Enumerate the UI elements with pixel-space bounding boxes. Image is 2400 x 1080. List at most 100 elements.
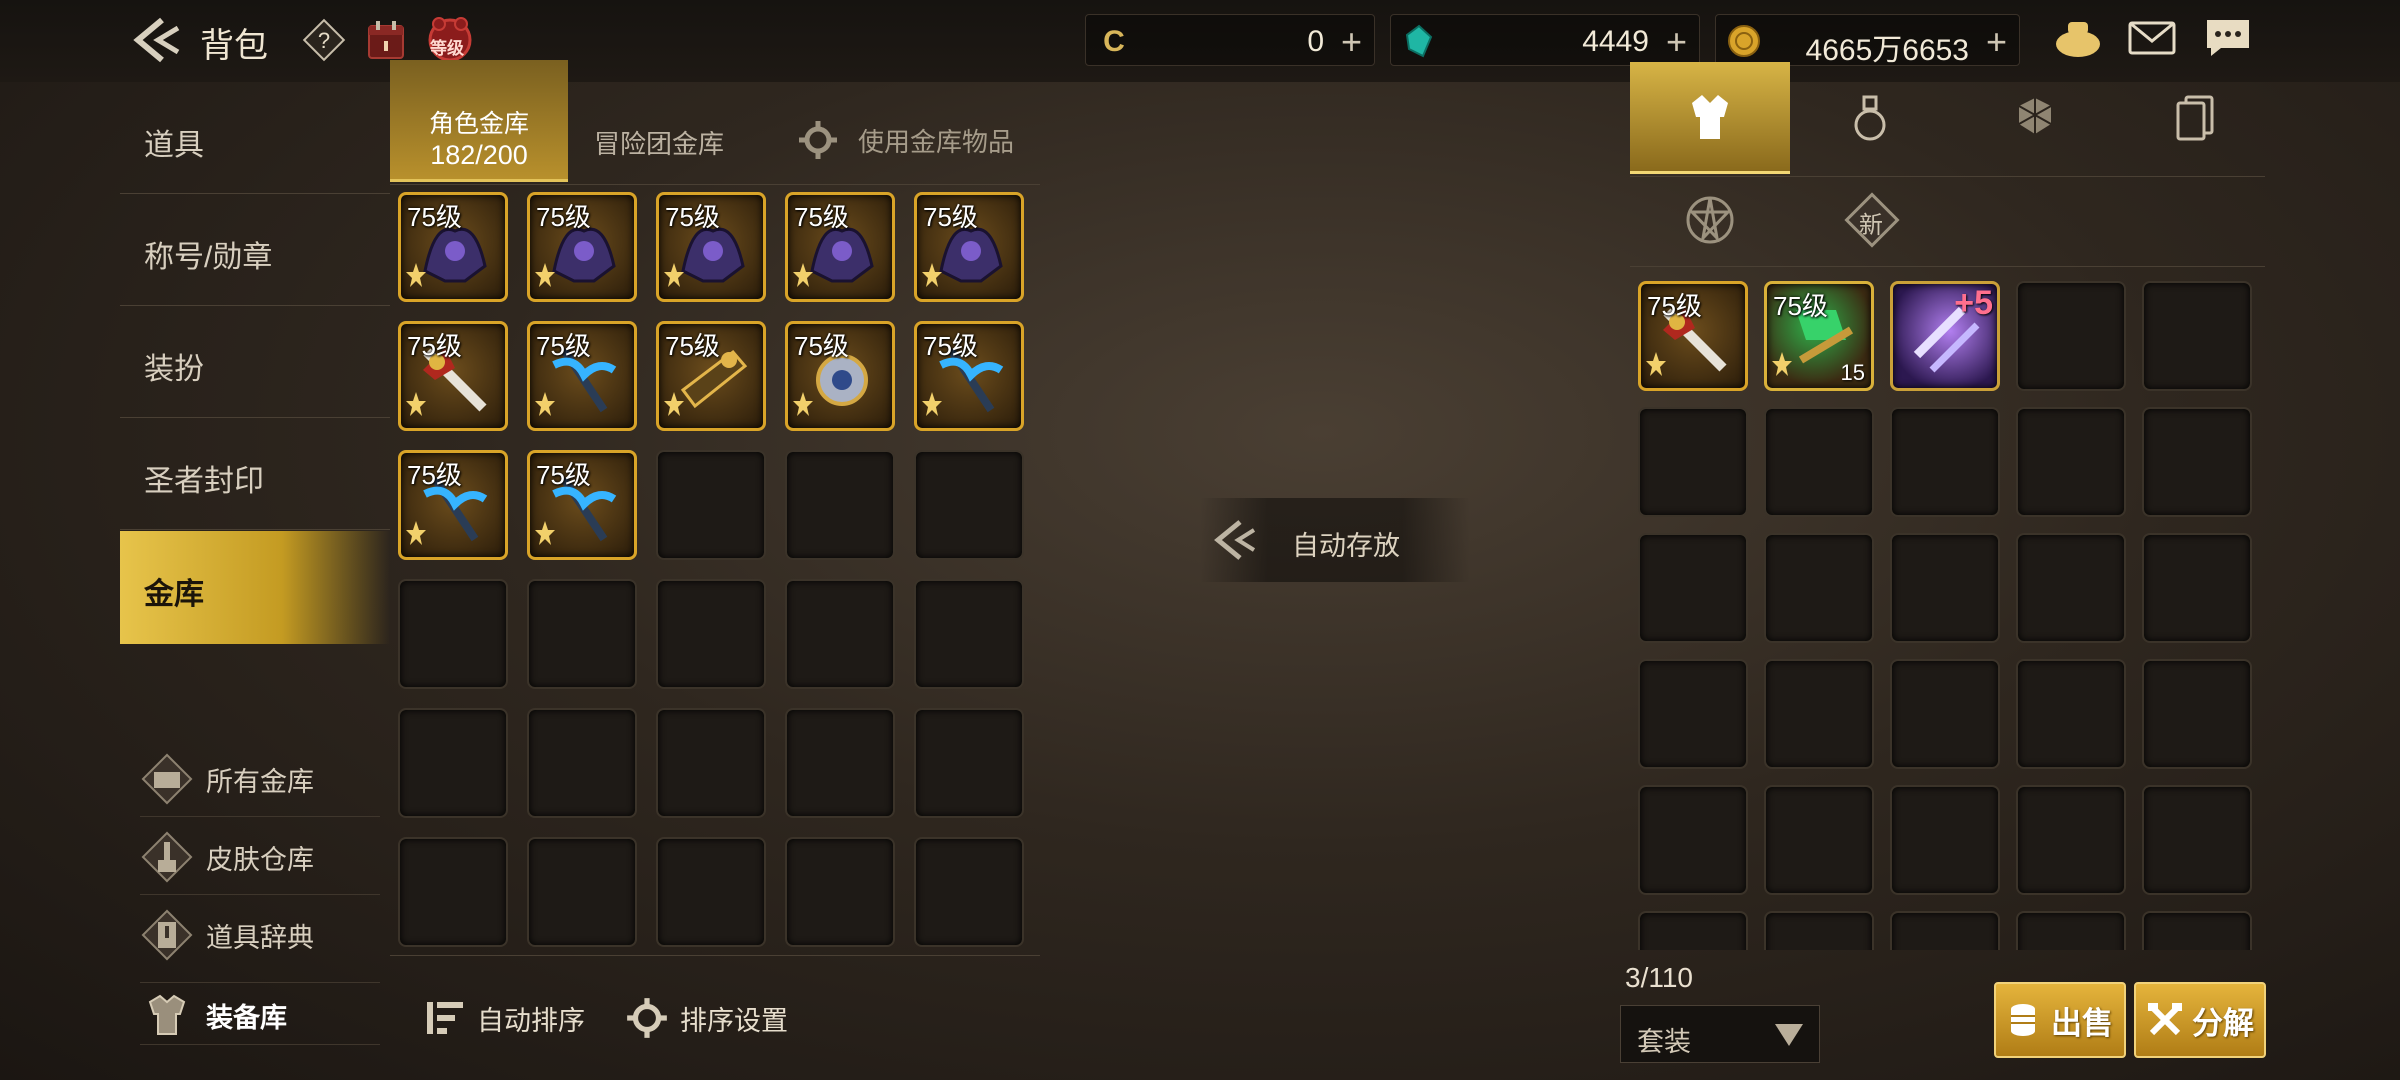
storage-item-slot[interactable]: 75级: [656, 321, 766, 431]
empty-slot[interactable]: [1638, 407, 1748, 517]
nav-item-seal[interactable]: 圣者封印: [120, 418, 390, 530]
item-level: 75级: [407, 460, 462, 490]
storage-item-slot[interactable]: 75级: [398, 192, 508, 302]
empty-slot[interactable]: [914, 708, 1024, 818]
empty-slot[interactable]: [2142, 407, 2252, 517]
storage-item-slot[interactable]: 75级: [398, 321, 508, 431]
sub-nav-item-dictionary[interactable]: 道具辞典: [140, 900, 380, 970]
empty-slot[interactable]: [1638, 785, 1748, 895]
currency-gold[interactable]: 4665万6653 +: [1715, 14, 2020, 67]
use-vault-items-button[interactable]: 使用金库物品: [796, 118, 1014, 162]
empty-slot[interactable]: [1764, 785, 1874, 895]
currency-gem[interactable]: 4449 +: [1390, 14, 1700, 66]
filter-star-button[interactable]: [1680, 190, 1740, 250]
tab-materials[interactable]: [1955, 62, 2115, 174]
empty-slot[interactable]: [2142, 659, 2252, 769]
empty-slot[interactable]: [1764, 659, 1874, 769]
empty-slot[interactable]: [656, 837, 766, 947]
tab-cards[interactable]: [2115, 62, 2275, 174]
auto-store-button[interactable]: 自动存放: [1200, 498, 1470, 582]
empty-slot[interactable]: [2142, 911, 2252, 950]
empty-slot[interactable]: [656, 708, 766, 818]
empty-slot[interactable]: [1764, 911, 1874, 950]
nav-item-titles[interactable]: 称号/勋章: [120, 194, 390, 306]
disassemble-button[interactable]: 分解: [2134, 982, 2266, 1058]
inventory-item-slot[interactable]: 75级 15: [1764, 281, 1874, 391]
coin-c-icon: C: [1103, 25, 1125, 58]
empty-slot[interactable]: [914, 450, 1024, 560]
nav-item-costume[interactable]: 装扮: [120, 306, 390, 418]
empty-slot[interactable]: [527, 579, 637, 689]
nav-item-items[interactable]: 道具: [120, 82, 390, 194]
empty-slot[interactable]: [2016, 659, 2126, 769]
empty-slot[interactable]: [2016, 533, 2126, 643]
empty-slot[interactable]: [2142, 533, 2252, 643]
sub-nav-all-vaults[interactable]: 所有金库: [140, 744, 380, 814]
storage-item-slot[interactable]: 75级: [656, 192, 766, 302]
storage-item-slot[interactable]: 75级: [398, 450, 508, 560]
sort-settings-button[interactable]: 排序设置: [624, 988, 788, 1048]
pouch-button[interactable]: [2050, 16, 2106, 60]
empty-slot[interactable]: [656, 450, 766, 560]
back-arrow-icon: [1214, 520, 1256, 560]
empty-slot[interactable]: [656, 579, 766, 689]
inventory-item-slot[interactable]: +5: [1890, 281, 2000, 391]
currency-gold-add-button[interactable]: +: [1986, 21, 2007, 63]
chat-button[interactable]: [2200, 16, 2256, 60]
empty-slot[interactable]: [2016, 785, 2126, 895]
empty-slot[interactable]: [398, 579, 508, 689]
level-button[interactable]: 等级: [424, 17, 476, 62]
empty-slot[interactable]: [914, 579, 1024, 689]
mail-button[interactable]: [2124, 16, 2180, 60]
storage-item-slot[interactable]: 75级: [785, 192, 895, 302]
empty-slot[interactable]: [785, 708, 895, 818]
filter-new-button[interactable]: 新: [1842, 190, 1902, 250]
empty-slot[interactable]: [1764, 533, 1874, 643]
storage-item-slot[interactable]: 75级: [527, 321, 637, 431]
calendar-button[interactable]: [364, 18, 408, 62]
empty-slot[interactable]: [1638, 911, 1748, 950]
currency-c-add-button[interactable]: +: [1341, 21, 1362, 63]
empty-slot[interactable]: [398, 837, 508, 947]
empty-slot[interactable]: [1890, 785, 2000, 895]
storage-item-slot[interactable]: 75级: [527, 450, 637, 560]
empty-slot[interactable]: [1764, 407, 1874, 517]
inventory-item-slot[interactable]: 75级: [1638, 281, 1748, 391]
empty-slot[interactable]: [2142, 785, 2252, 895]
auto-sort-button[interactable]: 自动排序: [425, 988, 585, 1048]
tab-equipment[interactable]: [1630, 62, 1790, 174]
empty-slot[interactable]: [527, 708, 637, 818]
empty-slot[interactable]: [1890, 533, 2000, 643]
empty-slot[interactable]: [527, 837, 637, 947]
sub-nav-skin-storage[interactable]: 皮肤仓库: [140, 822, 380, 892]
empty-slot[interactable]: [1890, 911, 2000, 950]
currency-c[interactable]: C 0 +: [1085, 14, 1375, 66]
storage-item-slot[interactable]: 75级: [914, 321, 1024, 431]
storage-item-slot[interactable]: 75级: [527, 192, 637, 302]
empty-slot[interactable]: [785, 837, 895, 947]
empty-slot[interactable]: [2142, 281, 2252, 391]
empty-slot[interactable]: [1638, 659, 1748, 769]
empty-slot[interactable]: [398, 708, 508, 818]
empty-slot[interactable]: [2016, 407, 2126, 517]
empty-slot[interactable]: [2016, 911, 2126, 950]
help-button[interactable]: ?: [302, 18, 346, 62]
sub-nav-equipment-library[interactable]: 装备库: [140, 980, 380, 1050]
empty-slot[interactable]: [1638, 533, 1748, 643]
empty-slot[interactable]: [2016, 281, 2126, 391]
nav-item-vault[interactable]: 金库: [120, 531, 390, 644]
tab-character-vault[interactable]: 角色金库 182/200: [390, 60, 568, 182]
empty-slot[interactable]: [785, 450, 895, 560]
back-button[interactable]: [130, 14, 186, 66]
sell-button[interactable]: 出售: [1994, 982, 2126, 1058]
currency-gem-add-button[interactable]: +: [1666, 21, 1687, 63]
empty-slot[interactable]: [785, 579, 895, 689]
storage-item-slot[interactable]: 75级: [914, 192, 1024, 302]
empty-slot[interactable]: [1890, 659, 2000, 769]
tab-consumables[interactable]: [1790, 62, 1950, 174]
empty-slot[interactable]: [1890, 407, 2000, 517]
empty-slot[interactable]: [914, 837, 1024, 947]
storage-item-slot[interactable]: 75级: [785, 321, 895, 431]
filter-select[interactable]: 套装: [1620, 1005, 1820, 1063]
tab-adventure-vault[interactable]: 冒险团金库: [594, 124, 724, 161]
